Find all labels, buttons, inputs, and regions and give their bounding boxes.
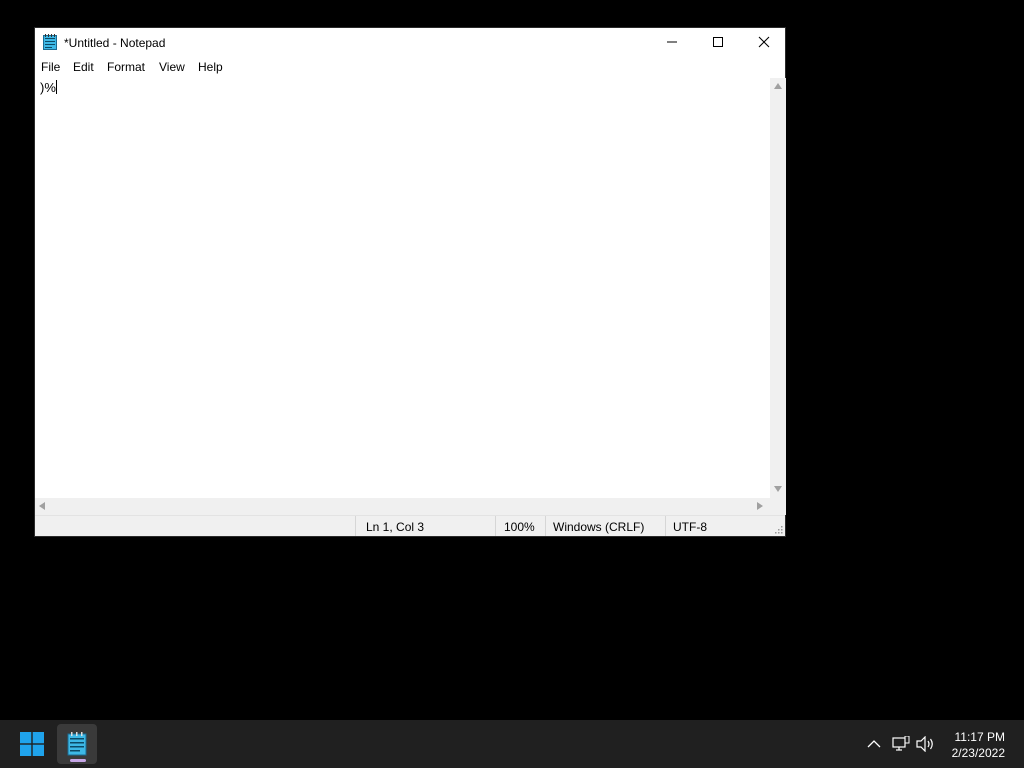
- maximize-button[interactable]: [695, 28, 741, 56]
- minimize-icon: [667, 41, 677, 43]
- network-icon: [892, 736, 910, 751]
- status-zoom: 100%: [504, 520, 535, 534]
- menu-edit[interactable]: Edit: [73, 60, 94, 74]
- scrollbar-corner: [770, 498, 786, 515]
- status-line-ending: Windows (CRLF): [553, 520, 645, 534]
- status-position: Ln 1, Col 3: [366, 520, 425, 534]
- status-divider: [495, 516, 496, 536]
- notepad-window: *Untitled - Notepad File Edit Format Vie…: [34, 27, 786, 537]
- scroll-left-icon[interactable]: [39, 502, 45, 510]
- network-button[interactable]: [891, 734, 911, 754]
- maximize-icon: [713, 37, 723, 47]
- system-clock[interactable]: 11:17 PM 2/23/2022: [952, 729, 1005, 761]
- menu-format[interactable]: Format: [107, 60, 145, 74]
- clock-date: 2/23/2022: [951, 746, 1005, 760]
- window-title: *Untitled - Notepad: [64, 36, 166, 50]
- show-hidden-icons-button[interactable]: [864, 734, 884, 754]
- minimize-button[interactable]: [649, 28, 695, 56]
- text-editor[interactable]: )%: [35, 78, 770, 499]
- start-button[interactable]: [14, 728, 50, 760]
- status-bar: Ln 1, Col 3 100% Windows (CRLF) UTF-8: [35, 515, 785, 536]
- volume-button[interactable]: [916, 734, 936, 754]
- running-app-indicator: [70, 759, 86, 762]
- status-divider: [665, 516, 666, 536]
- title-bar[interactable]: *Untitled - Notepad: [35, 28, 785, 56]
- chevron-up-icon: [867, 740, 881, 748]
- volume-icon: [916, 736, 933, 752]
- menu-view[interactable]: View: [159, 60, 185, 74]
- resize-grip-icon[interactable]: [773, 524, 783, 534]
- close-button[interactable]: [741, 28, 787, 56]
- menu-bar: File Edit Format View Help: [35, 56, 785, 78]
- menu-file[interactable]: File: [41, 60, 60, 74]
- editor-text: )%: [40, 80, 56, 95]
- status-divider: [545, 516, 546, 536]
- status-encoding: UTF-8: [673, 520, 707, 534]
- notepad-icon: [67, 732, 87, 756]
- scroll-right-icon[interactable]: [757, 502, 763, 510]
- taskbar: 11:17 PM 2/23/2022: [0, 720, 1024, 768]
- menu-help[interactable]: Help: [198, 60, 223, 74]
- vertical-scrollbar[interactable]: [770, 78, 786, 498]
- clock-time: 11:17 PM: [954, 730, 1005, 744]
- scroll-up-icon[interactable]: [774, 83, 782, 89]
- windows-start-icon: [20, 732, 44, 756]
- horizontal-scrollbar[interactable]: [35, 498, 770, 515]
- notepad-icon: [43, 34, 57, 50]
- text-caret: [55, 80, 57, 94]
- editor-content[interactable]: )%: [40, 80, 57, 95]
- taskbar-notepad-button[interactable]: [57, 724, 97, 764]
- close-icon: [758, 36, 770, 48]
- scroll-down-icon[interactable]: [774, 486, 782, 492]
- status-divider: [355, 516, 356, 536]
